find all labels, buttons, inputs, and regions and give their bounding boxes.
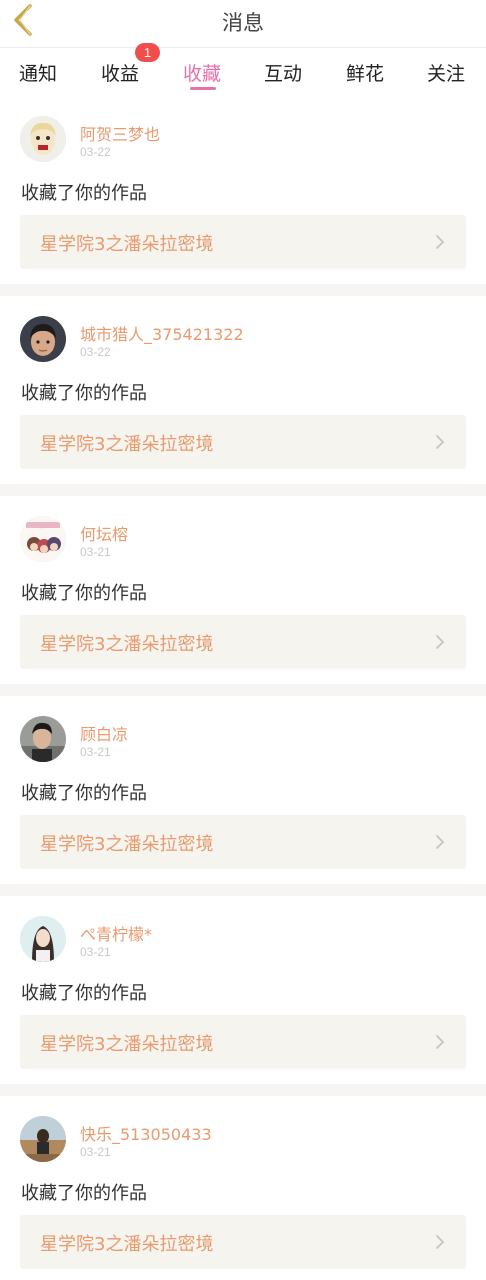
tab-follows[interactable]: 关注 (416, 59, 476, 86)
chevron-right-icon (436, 635, 444, 649)
divider (0, 484, 486, 496)
action-text: 收藏了你的作品 (21, 983, 147, 1004)
page-title: 消息 (222, 11, 264, 35)
chevron-right-icon (436, 1235, 444, 1249)
message-date: 03-22 (80, 145, 111, 159)
message-date: 03-21 (80, 945, 111, 959)
message-list: 阿贺三梦也 03-22 收藏了你的作品 星学院3之潘朵拉密境 城市猎人_3754… (0, 96, 486, 1280)
list-item: 何坛榕 03-21 收藏了你的作品 星学院3之潘朵拉密境 (0, 496, 486, 684)
action-text: 收藏了你的作品 (21, 183, 147, 204)
divider (0, 284, 486, 296)
message-date: 03-22 (80, 345, 111, 359)
work-title: 星学院3之潘朵拉密境 (40, 1034, 214, 1055)
avatar[interactable] (20, 316, 66, 362)
list-item: 顾白凉 03-21 收藏了你的作品 星学院3之潘朵拉密境 (0, 696, 486, 884)
list-item: 城市猎人_375421322 03-22 收藏了你的作品 星学院3之潘朵拉密境 (0, 296, 486, 484)
message-date: 03-21 (80, 1145, 111, 1159)
username[interactable]: 快乐_513050433 (80, 1121, 212, 1145)
work-link[interactable]: 星学院3之潘朵拉密境 (20, 815, 466, 869)
tab-notifications[interactable]: 通知 (8, 59, 68, 86)
work-title: 星学院3之潘朵拉密境 (40, 834, 214, 855)
list-item: 快乐_513050433 03-21 收藏了你的作品 星学院3之潘朵拉密境 (0, 1096, 486, 1280)
chevron-right-icon (436, 835, 444, 849)
chevron-right-icon (436, 1035, 444, 1049)
username[interactable]: ぺ青柠檬* (80, 921, 152, 945)
message-date: 03-21 (80, 745, 111, 759)
earnings-badge: 1 (135, 43, 160, 62)
work-link[interactable]: 星学院3之潘朵拉密境 (20, 1215, 466, 1269)
work-link[interactable]: 星学院3之潘朵拉密境 (20, 215, 466, 269)
work-title: 星学院3之潘朵拉密境 (40, 634, 214, 655)
tab-flowers[interactable]: 鲜花 (335, 59, 395, 86)
chevron-right-icon (436, 235, 444, 249)
username[interactable]: 阿贺三梦也 (80, 121, 160, 145)
work-title: 星学院3之潘朵拉密境 (40, 434, 214, 455)
tab-favorites[interactable]: 收藏 (172, 59, 232, 86)
avatar[interactable] (20, 716, 66, 762)
list-item: ぺ青柠檬* 03-21 收藏了你的作品 星学院3之潘朵拉密境 (0, 896, 486, 1084)
username[interactable]: 顾白凉 (80, 721, 128, 745)
tab-bar: 通知 收益 收藏 互动 鲜花 关注 (0, 48, 486, 96)
divider (0, 884, 486, 896)
work-link[interactable]: 星学院3之潘朵拉密境 (20, 1015, 466, 1069)
username[interactable]: 城市猎人_375421322 (80, 321, 244, 345)
work-link[interactable]: 星学院3之潘朵拉密境 (20, 615, 466, 669)
avatar[interactable] (20, 516, 66, 562)
work-link[interactable]: 星学院3之潘朵拉密境 (20, 415, 466, 469)
action-text: 收藏了你的作品 (21, 583, 147, 604)
top-bar: 消息 (0, 0, 486, 48)
action-text: 收藏了你的作品 (21, 383, 147, 404)
message-date: 03-21 (80, 545, 111, 559)
divider (0, 1084, 486, 1096)
avatar[interactable] (20, 916, 66, 962)
work-title: 星学院3之潘朵拉密境 (40, 1234, 214, 1255)
action-text: 收藏了你的作品 (21, 1183, 147, 1204)
chevron-right-icon (436, 435, 444, 449)
tab-interactions[interactable]: 互动 (253, 59, 313, 86)
avatar[interactable] (20, 116, 66, 162)
tab-earnings[interactable]: 收益 (90, 59, 150, 86)
divider (0, 684, 486, 696)
username[interactable]: 何坛榕 (80, 521, 128, 545)
action-text: 收藏了你的作品 (21, 783, 147, 804)
list-item: 阿贺三梦也 03-22 收藏了你的作品 星学院3之潘朵拉密境 (0, 96, 486, 284)
active-tab-indicator (190, 87, 216, 90)
work-title: 星学院3之潘朵拉密境 (40, 234, 214, 255)
avatar[interactable] (20, 1116, 66, 1162)
